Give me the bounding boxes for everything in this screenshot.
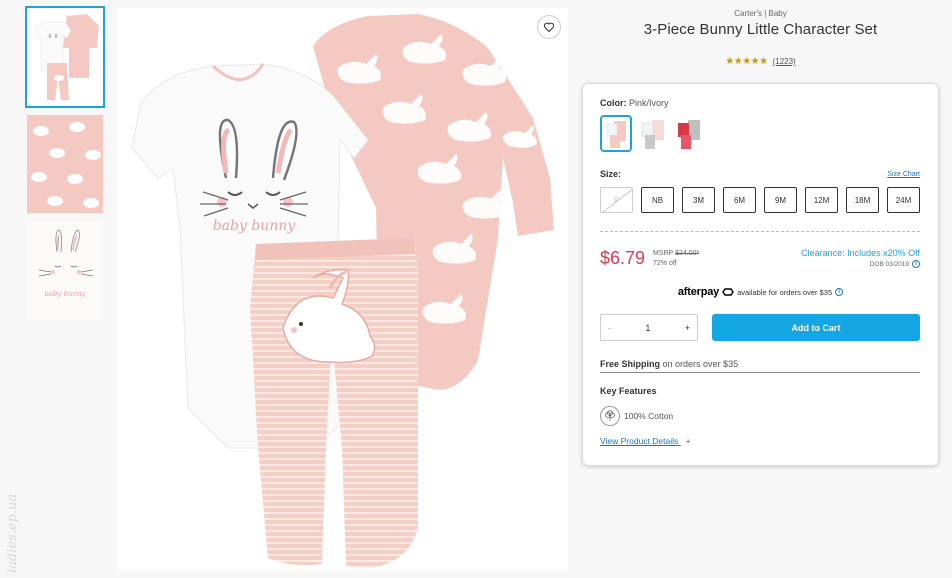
brand-breadcrumb[interactable]: Carter's | Baby [582,9,939,18]
afterpay-info-icon[interactable]: i [835,288,844,296]
swatch-red-grey[interactable] [672,115,704,152]
thumbnail-pattern[interactable] [27,115,103,213]
quantity-stepper: - + [600,314,698,341]
quantity-increase-button[interactable]: + [685,323,690,333]
size-chart-link[interactable]: Size Chart [887,171,920,178]
cotton-icon [600,406,620,426]
add-to-cart-button[interactable]: Add to Cart [712,314,920,341]
size-9m[interactable]: 9M [764,187,797,213]
thumbnail-set[interactable] [25,6,105,108]
divider [600,231,920,232]
star-rating-icon: ★★★★★ [725,56,768,67]
size-24m[interactable]: 24M [887,187,920,213]
swatch-grey-pink[interactable] [636,115,668,152]
dob-text: DOB 03/2019 [869,260,909,268]
details-link-text[interactable]: View Product Details [600,436,678,446]
quantity-input[interactable] [632,322,663,333]
rating[interactable]: ★★★★★ (1223) [582,56,939,67]
dob-info: DOB 03/2019 i [870,260,920,268]
size-label: Size: [600,169,622,179]
size-18m[interactable]: 18M [846,187,879,213]
purchase-panel: Color: Pink/Ivory Size: Size Chart P NB … [582,83,939,466]
size-options: P NB 3M 6M 9M 12M 18M 24M [600,187,920,213]
svg-text:baby bunny: baby bunny [213,218,297,234]
msrp-value: $24.00* [675,250,700,257]
feature-item: 100% Cotton [600,406,673,426]
afterpay-logo: afterpay [677,286,720,298]
key-features-title: Key Features [600,386,657,396]
main-product-image: baby bunny [118,8,568,570]
color-swatches [600,115,704,152]
svg-text:baby bunny: baby bunny [44,290,86,298]
swatch-pink-ivory[interactable] [600,115,632,152]
color-value: Pink/Ivory [629,98,669,108]
size-12m[interactable]: 12M [805,187,838,213]
msrp-block: MSRP $24.00* 72% off [653,249,699,269]
review-count-link[interactable]: (1223) [773,57,796,66]
view-product-details-link[interactable]: View Product Details + [600,436,691,446]
sale-price: $6.79 [600,248,646,268]
shipping-note: Free Shipping on orders over $35 [600,359,920,373]
product-page: baby bunny baby bunny Carter's | Baby 3-… [0,0,952,578]
discount-percent: 72% off [653,260,677,267]
info-icon[interactable]: i [912,260,920,268]
color-label-text: Color: [600,98,627,108]
thumbnail-face[interactable]: baby bunny [27,222,103,320]
heart-icon [543,22,555,33]
msrp-label: MSRP [653,250,674,257]
afterpay-banner: afterpay available for orders over $35 i [583,286,938,298]
product-header: Carter's | Baby 3-Piece Bunny Little Cha… [582,8,939,67]
color-label: Color: Pink/Ivory [600,98,669,108]
favorite-button[interactable] [537,15,561,39]
plus-icon[interactable]: + [686,436,691,446]
size-3m[interactable]: 3M [682,187,715,213]
feature-text: 100% Cotton [624,411,674,421]
product-title: 3-Piece Bunny Little Character Set [643,21,878,38]
clearance-note: Clearance: Includes x20% Off [801,248,920,258]
free-shipping-label: Free Shipping [600,359,661,369]
size-6m[interactable]: 6M [723,187,756,213]
watermark: ladies.ep.ua [5,493,20,573]
size-preemie[interactable]: P [600,187,633,213]
thumbnail-list: baby bunny [25,6,105,329]
shipping-threshold: on orders over $35 [662,359,739,369]
afterpay-text: available for orders over $35 [737,287,833,297]
size-nb[interactable]: NB [641,187,674,213]
afterpay-arrows-icon [722,288,734,296]
quantity-decrease-button[interactable]: - [608,323,611,333]
